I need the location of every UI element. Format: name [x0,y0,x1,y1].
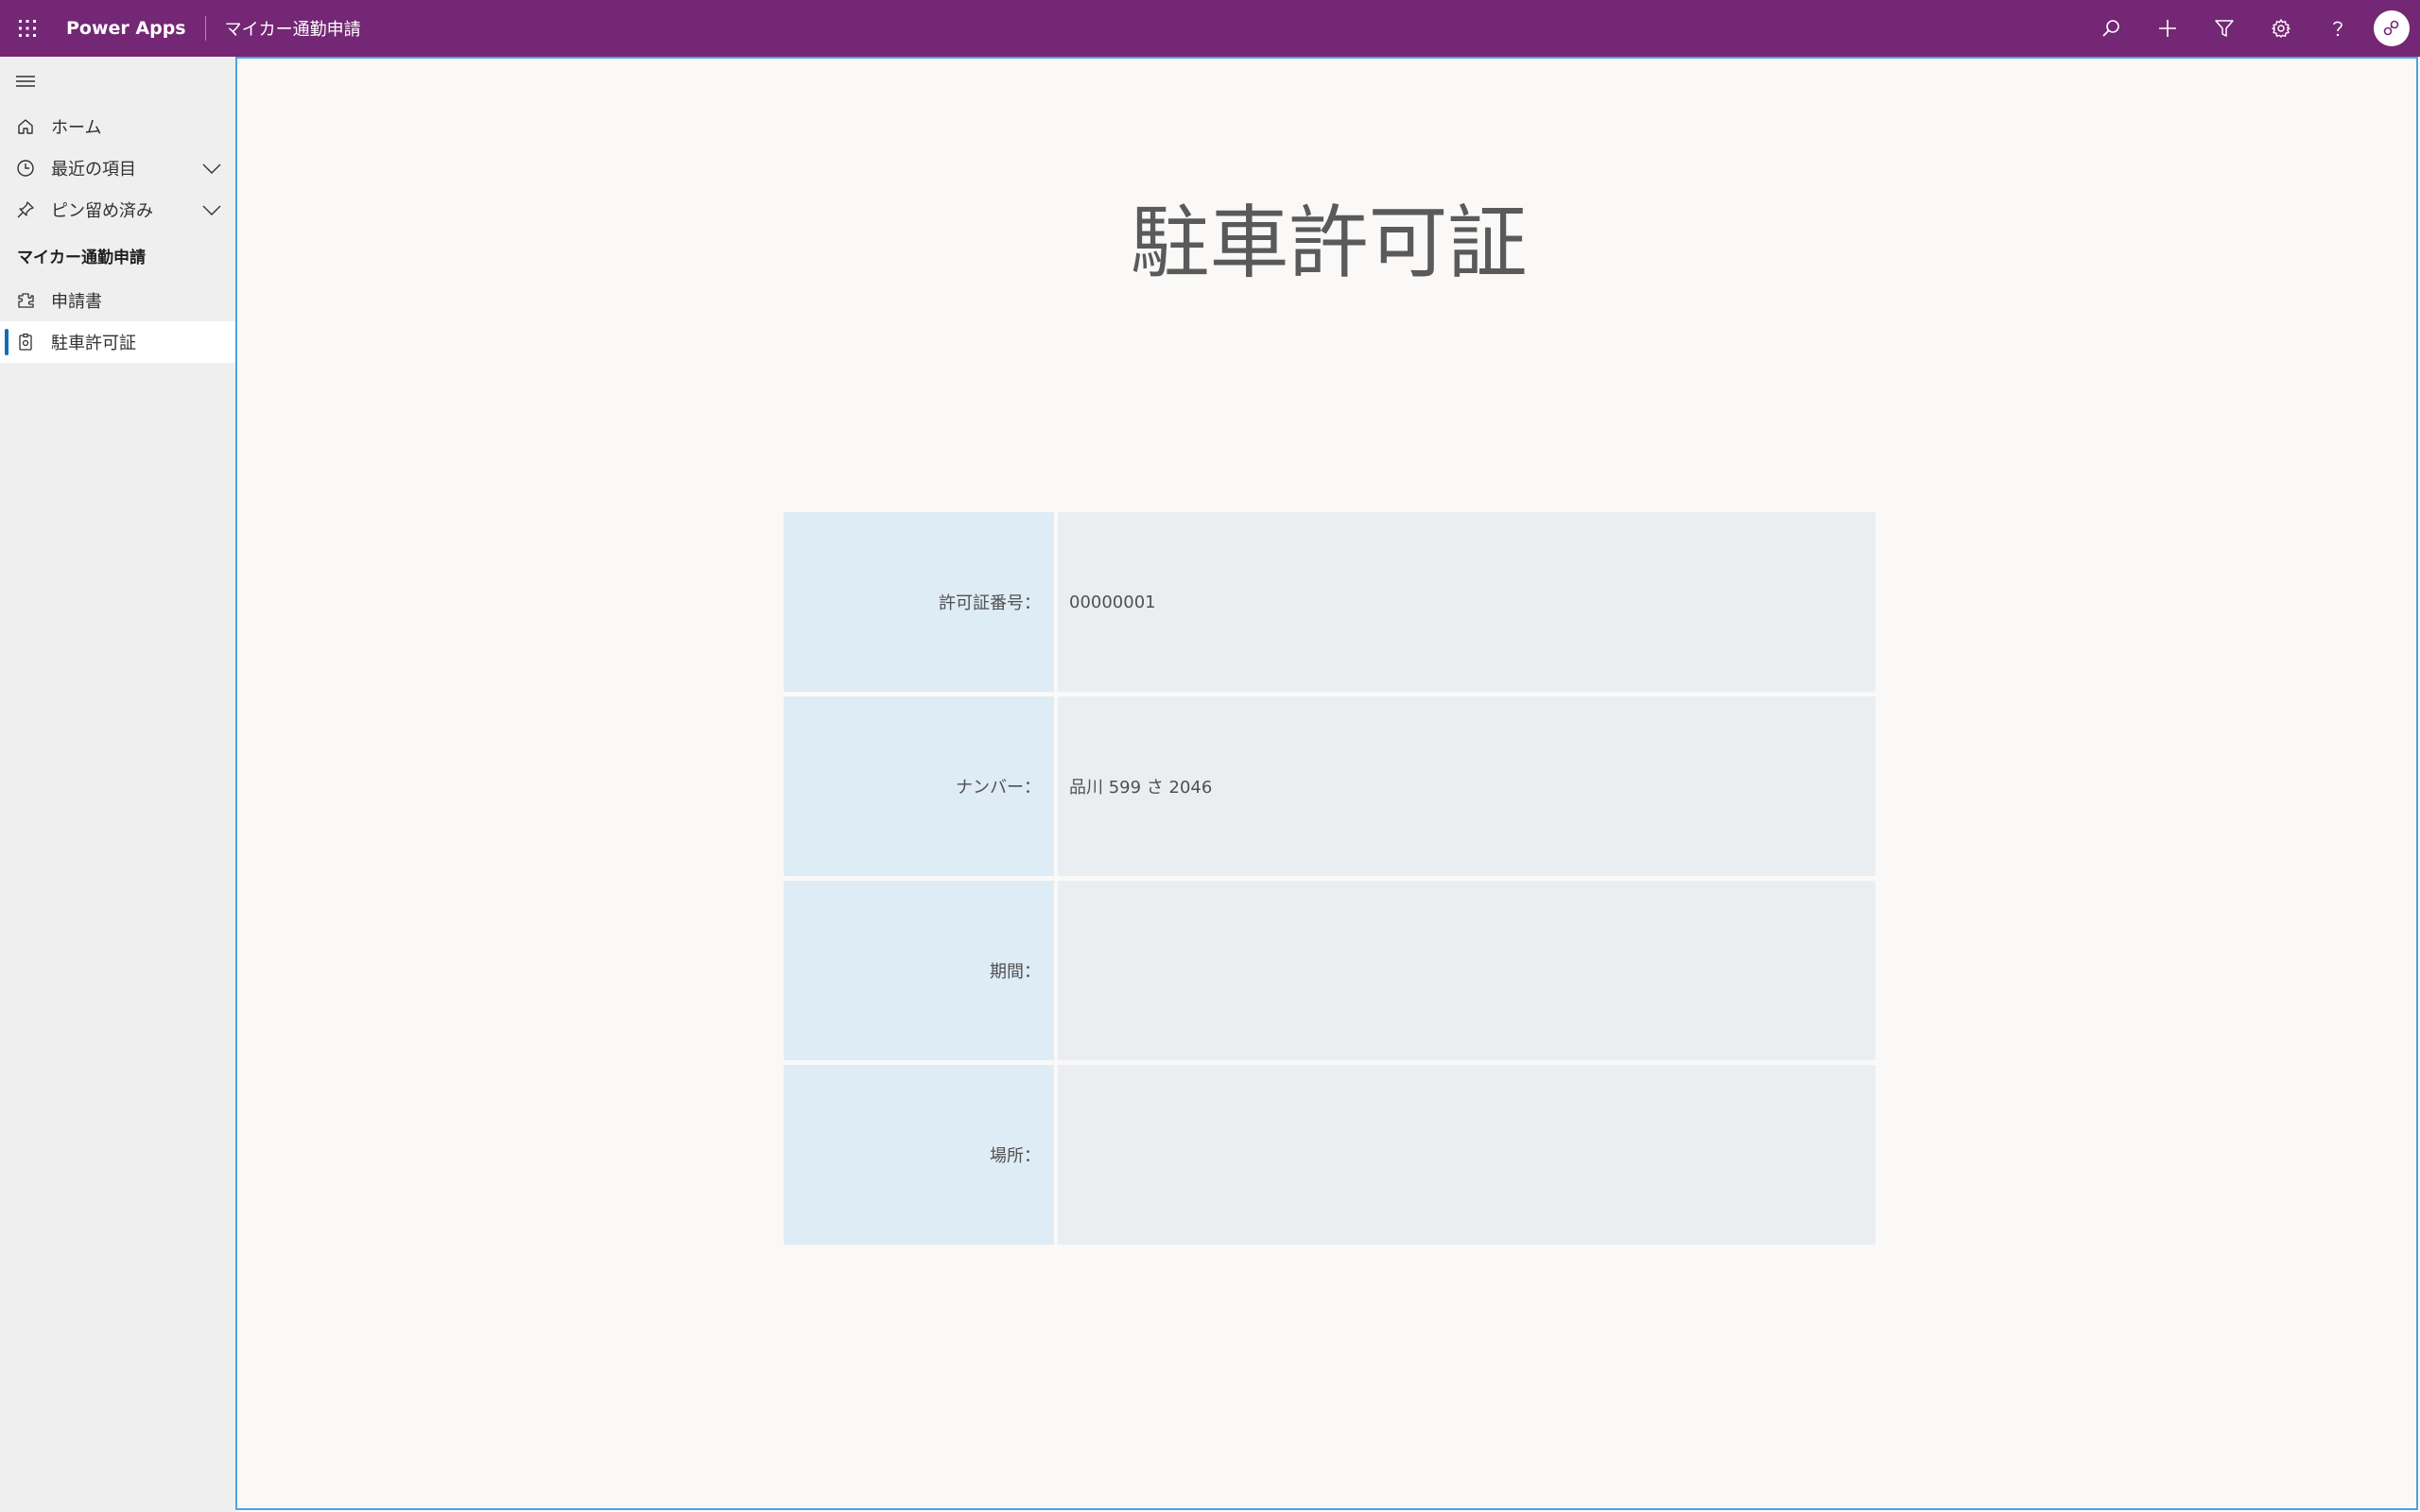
sidebar-item-application[interactable]: 申請書 [0,280,235,321]
filter-icon [2215,20,2234,37]
sidebar: ホーム 最近の項目 ピン留め済み マイカー通勤申請 申請書 駐車許可証 [0,57,235,1512]
location-value [1058,1065,1876,1245]
sidebar-item-pinned[interactable]: ピン留め済み [0,189,235,231]
permit-details-table: 許可証番号： 00000001 ナンバー： 品川 599 さ 2046 期間： … [784,512,1876,1249]
sidebar-item-label: 駐車許可証 [51,334,136,353]
sidebar-toggle[interactable] [0,57,235,106]
sidebar-item-recent[interactable]: 最近の項目 [0,147,235,189]
pin-icon [15,199,36,220]
help-icon [2333,21,2342,37]
filter-button[interactable] [2196,0,2253,57]
page-title: 駐車許可証 [1130,197,1528,289]
period-value [1058,881,1876,1060]
sidebar-item-label: 最近の項目 [51,160,136,180]
top-bar: Power Apps マイカー通勤申請 [0,0,2420,57]
user-avatar[interactable] [2374,10,2410,46]
hamburger-icon [16,76,35,87]
sidebar-item-parking-permit[interactable]: 駐車許可証 [0,321,235,363]
sidebar-item-home[interactable]: ホーム [0,106,235,147]
period-label: 期間： [784,881,1054,1060]
clock-icon [15,158,36,179]
permit-number-label: 許可証番号： [784,512,1054,692]
location-label: 場所： [784,1065,1054,1245]
sidebar-section-title: マイカー通勤申請 [17,248,146,267]
table-row: 期間： [784,881,1876,1060]
table-row: ナンバー： 品川 599 さ 2046 [784,696,1876,876]
permit-number-value: 00000001 [1058,512,1876,692]
plate-number-label: ナンバー： [784,696,1054,876]
settings-button[interactable] [2253,0,2309,57]
search-icon [2102,20,2119,37]
app-launcher-icon[interactable] [0,0,55,57]
gear-icon [2272,19,2290,38]
brand-name[interactable]: Power Apps [66,16,206,41]
new-button[interactable] [2139,0,2196,57]
table-row: 許可証番号： 00000001 [784,512,1876,692]
sidebar-item-label: 申請書 [51,292,102,312]
search-button[interactable] [2083,0,2139,57]
app-title[interactable]: マイカー通勤申請 [225,16,361,41]
badge-icon [15,332,36,352]
chevron-down-icon[interactable] [201,200,222,221]
chevron-down-icon[interactable] [201,159,222,180]
plus-icon [2159,20,2176,37]
sidebar-item-label: ピン留め済み [51,201,153,221]
table-row: 場所： [784,1065,1876,1245]
avatar-icon [2383,20,2399,36]
puzzle-icon [15,290,36,311]
home-icon [15,116,36,137]
plate-number-value: 品川 599 さ 2046 [1058,696,1876,876]
sidebar-item-label: ホーム [51,118,102,138]
app-canvas: 駐車許可証 許可証番号： 00000001 ナンバー： 品川 599 さ 204… [235,57,2418,1510]
help-button[interactable] [2309,0,2366,57]
